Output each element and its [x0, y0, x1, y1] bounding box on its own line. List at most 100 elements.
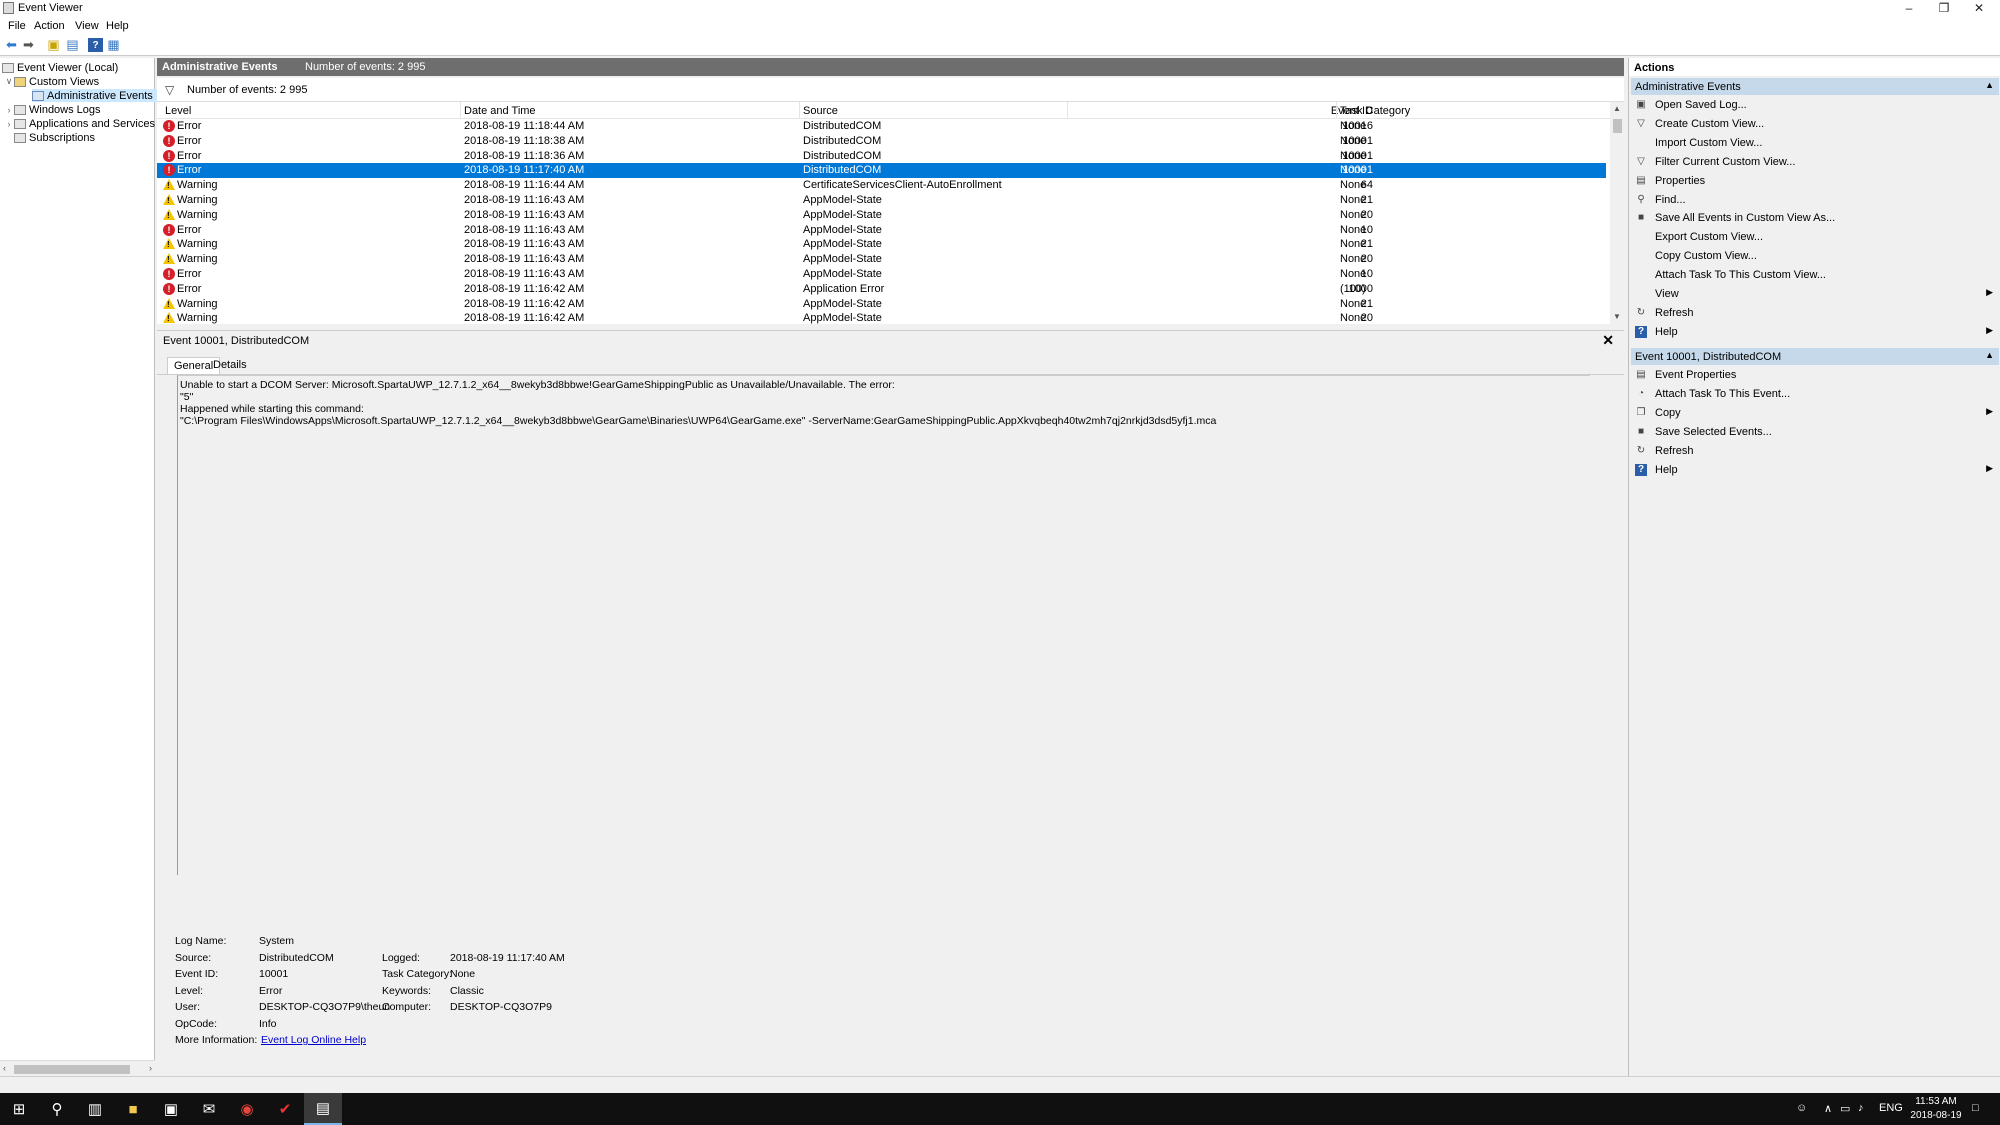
action-item[interactable]: ▽ Filter Current Custom View...	[1633, 154, 1997, 171]
scroll-right-icon[interactable]: ›	[149, 1063, 152, 1073]
table-row[interactable]: ! Error 2018-08-19 11:16:43 AM AppModel-Sta…	[157, 223, 1606, 238]
action-item[interactable]: ■ Save All Events in Custom View As...	[1633, 210, 1997, 227]
grid-vertical-scrollbar[interactable]: ▲ ▼	[1610, 102, 1624, 324]
collapse-chevron-icon[interactable]: ∨	[4, 76, 14, 87]
column-date[interactable]: Date and Time	[464, 105, 536, 117]
action-item[interactable]: View ▶	[1633, 286, 1997, 303]
file-explorer-icon[interactable]: ■	[114, 1093, 152, 1125]
task-view-icon[interactable]: ▥	[76, 1093, 114, 1125]
show-hidden-icons-chevron-icon[interactable]: ∧	[1824, 1102, 1832, 1115]
chrome-icon[interactable]: ◉	[228, 1093, 266, 1125]
table-row[interactable]: ! Warning 2018-08-19 11:16:42 AM AppModel-S…	[157, 297, 1606, 312]
expand-chevron-icon[interactable]: ›	[4, 119, 14, 129]
filter-icon: ▽	[1637, 117, 1645, 129]
actions-section-event[interactable]: Event 10001, DistributedCOM ▲	[1631, 348, 1999, 365]
expand-chevron-icon[interactable]: ›	[4, 105, 14, 115]
cell-source: DistributedCOM	[803, 149, 882, 162]
action-label: Refresh	[1655, 306, 1694, 319]
people-icon[interactable]: ☺	[1796, 1102, 1807, 1114]
tree-node-custom-views[interactable]: ∨ Custom Views	[4, 75, 99, 88]
scroll-thumb[interactable]	[14, 1065, 130, 1074]
cell-source: AppModel-State	[803, 268, 882, 280]
menu-view[interactable]: View	[75, 20, 99, 32]
close-icon[interactable]: ✕	[1602, 332, 1614, 349]
table-row[interactable]: ! Warning 2018-08-19 11:16:43 AM AppModel-S…	[157, 193, 1606, 208]
show-hide-tree-icon[interactable]: ▤	[65, 37, 80, 52]
minimize-button[interactable]: –	[1892, 0, 1926, 16]
action-item[interactable]: ? Help ▶	[1633, 324, 1997, 341]
column-level[interactable]: Level	[165, 105, 191, 117]
network-icon[interactable]: ▭	[1840, 1102, 1850, 1115]
action-item[interactable]: ◔ Attach Task To This Event...	[1633, 386, 1997, 403]
event-viewer-icon[interactable]: ▤	[304, 1093, 342, 1125]
table-row[interactable]: ! Error 2018-08-19 11:16:43 AM AppModel-Sta…	[157, 267, 1606, 282]
scroll-up-icon[interactable]: ▲	[1610, 102, 1624, 116]
save-icon: ■	[1637, 425, 1645, 437]
table-row[interactable]: ! Error 2018-08-19 11:17:40 AM DistributedC…	[157, 163, 1606, 179]
mail-icon[interactable]: ✉	[190, 1093, 228, 1125]
restore-button[interactable]: ❐	[1927, 0, 1961, 16]
language-indicator[interactable]: ENG	[1879, 1102, 1903, 1114]
action-item[interactable]: ↻ Refresh	[1633, 305, 1997, 322]
scroll-down-icon[interactable]: ▼	[1610, 310, 1624, 324]
tree-node-windows-logs[interactable]: › Windows Logs	[4, 103, 101, 116]
tree-node-administrative-events[interactable]: Administrative Events	[32, 89, 157, 102]
action-item[interactable]: ▽ Create Custom View...	[1633, 116, 1997, 133]
table-row[interactable]: ! Error 2018-08-19 11:18:36 AM DistributedC…	[157, 149, 1606, 164]
table-row[interactable]: ! Error 2018-08-19 11:18:44 AM DistributedC…	[157, 119, 1606, 134]
action-item[interactable]: ⚲ Find...	[1633, 192, 1997, 209]
action-label: Find...	[1655, 193, 1686, 206]
action-item[interactable]: Import Custom View...	[1633, 135, 1997, 152]
show-hide-action-pane-icon[interactable]: ▦	[106, 37, 121, 52]
action-item[interactable]: ? Help ▶	[1633, 462, 1997, 479]
action-item[interactable]: ↻ Refresh	[1633, 443, 1997, 460]
table-row[interactable]: ! Warning 2018-08-19 11:16:42 AM AppModel-S…	[157, 311, 1606, 324]
table-row[interactable]: ! Warning 2018-08-19 11:16:43 AM AppModel-S…	[157, 237, 1606, 252]
cell-task-category: None	[1340, 134, 1367, 147]
up-folder-icon[interactable]: ▣	[46, 37, 61, 52]
menu-help[interactable]: Help	[106, 20, 129, 32]
menu-file[interactable]: File	[8, 20, 26, 32]
store-icon[interactable]: ▣	[152, 1093, 190, 1125]
column-task-category[interactable]: Task Category	[1340, 105, 1410, 117]
table-row[interactable]: ! Error 2018-08-19 11:18:38 AM DistributedC…	[157, 134, 1606, 149]
table-row[interactable]: ! Warning 2018-08-19 11:16:44 AM Certificat…	[157, 178, 1606, 193]
action-item[interactable]: ▤ Event Properties	[1633, 367, 1997, 384]
tree-node-subscriptions[interactable]: Subscriptions	[14, 131, 95, 144]
action-item[interactable]: ■ Save Selected Events...	[1633, 424, 1997, 441]
search-icon[interactable]: ⚲	[38, 1093, 76, 1125]
table-row[interactable]: ! Warning 2018-08-19 11:16:43 AM AppModel-S…	[157, 252, 1606, 267]
event-log-online-help-link[interactable]: Event Log Online Help	[261, 1034, 366, 1046]
clock[interactable]: 11:53 AM 2018-08-19	[1906, 1095, 1966, 1123]
volume-icon[interactable]: ♪	[1858, 1102, 1864, 1114]
cell-date: 2018-08-19 11:16:43 AM	[464, 208, 585, 221]
action-item[interactable]: Copy Custom View...	[1633, 248, 1997, 265]
close-button[interactable]: ✕	[1962, 0, 1996, 16]
tab-details[interactable]: Details	[207, 357, 253, 374]
tree-horizontal-scrollbar[interactable]: ‹ ›	[0, 1060, 155, 1076]
table-row[interactable]: ! Warning 2018-08-19 11:16:43 AM AppModel-S…	[157, 208, 1606, 223]
notifications-icon[interactable]: □	[1972, 1102, 1979, 1114]
action-item[interactable]: Export Custom View...	[1633, 229, 1997, 246]
actions-section-administrative-events[interactable]: Administrative Events ▲	[1631, 78, 1999, 95]
scroll-left-icon[interactable]: ‹	[3, 1063, 6, 1073]
tree-node-root[interactable]: Event Viewer (Local)	[2, 61, 118, 74]
column-source[interactable]: Source	[803, 105, 838, 117]
start-icon[interactable]: ⊞	[0, 1093, 38, 1125]
table-row[interactable]: ! Error 2018-08-19 11:16:42 AM Application …	[157, 282, 1606, 297]
action-item[interactable]: ▣ Open Saved Log...	[1633, 97, 1997, 114]
back-arrow-icon[interactable]: ⬅	[4, 37, 19, 52]
app-icon[interactable]: ✔	[266, 1093, 304, 1125]
forward-arrow-icon[interactable]: ➡	[21, 37, 36, 52]
grid-header: Level Date and Time Source Event ID Task…	[157, 102, 1611, 119]
menu-action[interactable]: Action	[34, 20, 65, 32]
help-icon[interactable]: ?	[88, 38, 103, 52]
action-item[interactable]: ❐ Copy ▶	[1633, 405, 1997, 422]
action-item[interactable]: ▤ Properties	[1633, 173, 1997, 190]
collapse-up-icon[interactable]: ▲	[1985, 350, 1994, 360]
tree-node-apps-services[interactable]: › Applications and Services Lo	[4, 117, 171, 130]
collapse-up-icon[interactable]: ▲	[1985, 80, 1994, 90]
action-item[interactable]: Attach Task To This Custom View...	[1633, 267, 1997, 284]
scroll-thumb[interactable]	[1613, 119, 1622, 133]
event-message-box[interactable]: Unable to start a DCOM Server: Microsoft…	[177, 375, 1590, 875]
